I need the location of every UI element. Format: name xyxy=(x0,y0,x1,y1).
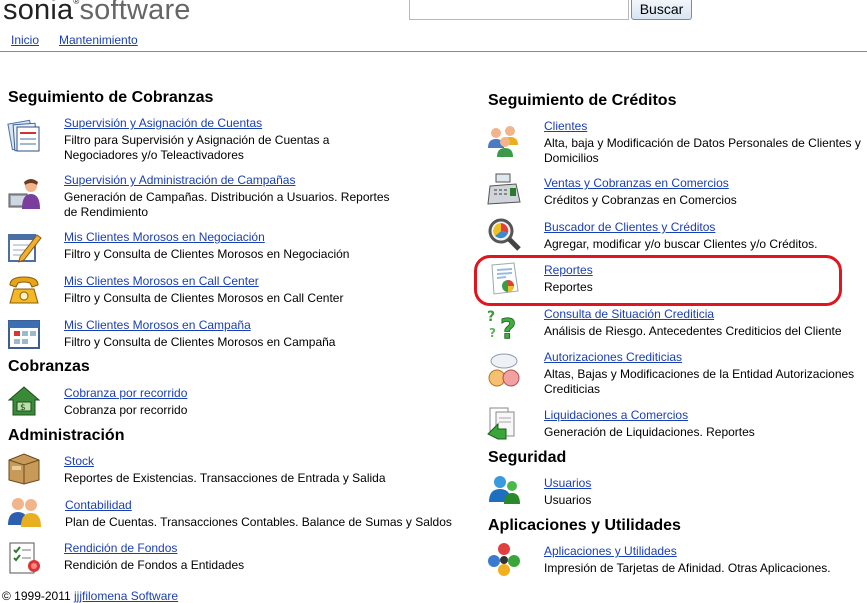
svg-text:?: ? xyxy=(487,309,495,325)
user-computer-icon xyxy=(6,176,42,212)
link-supervision-asignacion[interactable]: Supervisión y Asignación de Cuentas xyxy=(64,116,262,130)
documents-arrow-icon xyxy=(486,404,522,440)
desc-morosos-call-center: Filtro y Consulta de Clientes Morosos en… xyxy=(64,291,344,305)
reportes-highlight xyxy=(474,255,842,306)
desc-liquidaciones: Generación de Liquidaciones. Reportes xyxy=(544,425,755,439)
section-title-cobranzas: Cobranzas xyxy=(8,358,90,375)
magnifier-chart-icon xyxy=(486,216,522,252)
svg-text:?: ? xyxy=(489,326,496,340)
link-rendicion-fondos[interactable]: Rendición de Fondos xyxy=(64,541,177,555)
desc-supervision-campanas: Generación de Campañas. Distribución a U… xyxy=(64,190,390,219)
svg-text:?: ? xyxy=(500,312,516,341)
link-morosos-negociacion[interactable]: Mis Clientes Morosos en Negociación xyxy=(64,230,265,244)
telephone-icon xyxy=(6,271,42,307)
desc-consulta-situacion: Análisis de Riesgo. Antecedentes Crediti… xyxy=(544,324,842,338)
desc-stock: Reportes de Existencias. Transacciones d… xyxy=(64,471,386,485)
question-marks-icon: ??? xyxy=(486,305,522,345)
link-aplicaciones[interactable]: Aplicaciones y Utilidades xyxy=(544,544,677,558)
speech-faces-icon xyxy=(486,352,522,388)
search-input[interactable] xyxy=(409,0,629,20)
link-cobranza-recorrido[interactable]: Cobranza por recorrido xyxy=(64,386,187,400)
desc-supervision-asignacion: Filtro para Supervisión y Asignación de … xyxy=(64,133,330,162)
link-stock[interactable]: Stock xyxy=(64,454,94,468)
desc-autorizaciones: Altas, Bajas y Modificaciones de la Enti… xyxy=(544,367,855,396)
link-buscador-clientes[interactable]: Buscador de Clientes y Créditos xyxy=(544,220,715,234)
section-title-aplicaciones: Aplicaciones y Utilidades xyxy=(488,517,681,534)
section-title-administracion: Administración xyxy=(8,427,125,444)
footer-link[interactable]: jjjfilomena Software xyxy=(74,589,178,603)
link-contabilidad[interactable]: Contabilidad xyxy=(65,498,132,512)
nav-link-inicio[interactable]: Inicio xyxy=(11,33,39,47)
calendar-icon xyxy=(6,316,42,352)
box-icon xyxy=(6,450,42,486)
notepad-pencil-icon xyxy=(6,229,42,265)
link-ventas-cobranzas[interactable]: Ventas y Cobranzas en Comercios xyxy=(544,176,729,190)
footer: © 1999-2011 jjjfilomena Software xyxy=(2,589,178,603)
header-divider xyxy=(0,51,867,52)
link-consulta-situacion[interactable]: Consulta de Situación Crediticia xyxy=(544,307,714,321)
desc-buscador-clientes: Agregar, modificar y/o buscar Clientes y… xyxy=(544,237,818,251)
svg-text:$: $ xyxy=(20,403,26,413)
desc-rendicion-fondos: Rendición de Fondos a Entidades xyxy=(64,558,245,572)
checklist-icon xyxy=(6,539,42,575)
section-title-seguimiento-cobranzas: Seguimiento de Cobranzas xyxy=(8,89,214,106)
link-liquidaciones[interactable]: Liquidaciones a Comercios xyxy=(544,408,688,422)
link-clientes[interactable]: Clientes xyxy=(544,119,587,133)
section-title-seguimiento-creditos: Seguimiento de Créditos xyxy=(488,92,677,109)
link-morosos-call-center[interactable]: Mis Clientes Morosos en Call Center xyxy=(64,274,259,288)
user-messenger-icon xyxy=(486,472,522,508)
desc-ventas-cobranzas: Créditos y Cobranzas en Comercios xyxy=(544,193,737,207)
link-autorizaciones[interactable]: Autorizaciones Crediticias xyxy=(544,350,682,364)
desc-usuarios: Usuarios xyxy=(544,493,592,507)
desc-aplicaciones: Impresión de Tarjetas de Afinidad. Otras… xyxy=(544,561,831,575)
link-usuarios[interactable]: Usuarios xyxy=(544,476,591,490)
money-house-icon: $ xyxy=(6,382,42,418)
nav-inicio: Inicio xyxy=(11,33,39,47)
desc-cobranza-recorrido: Cobranza por recorrido xyxy=(64,403,188,417)
desc-contabilidad: Plan de Cuentas. Transacciones Contables… xyxy=(65,515,452,529)
desc-morosos-negociacion: Filtro y Consulta de Clientes Morosos en… xyxy=(64,247,350,261)
folders-icon xyxy=(6,118,42,154)
link-supervision-campanas[interactable]: Supervisión y Administración de Campañas xyxy=(64,173,295,187)
nav-mantenimiento: Mantenimiento xyxy=(59,33,138,47)
cash-register-icon xyxy=(486,172,522,208)
desc-morosos-campana: Filtro y Consulta de Clientes Morosos en… xyxy=(64,335,336,349)
people-group-icon xyxy=(486,122,522,158)
link-morosos-campana[interactable]: Mis Clientes Morosos en Campaña xyxy=(64,318,251,332)
section-title-seguridad: Seguridad xyxy=(488,449,567,466)
search-button[interactable]: Buscar xyxy=(631,0,692,20)
copyright-text: © 1999-2011 xyxy=(2,589,71,603)
molecule-icon xyxy=(486,541,522,577)
nav-link-mantenimiento[interactable]: Mantenimiento xyxy=(59,33,138,47)
logo: sonia®software xyxy=(3,0,191,26)
desc-clientes: Alta, baja y Modificación de Datos Perso… xyxy=(544,136,861,165)
users-icon xyxy=(6,493,42,529)
